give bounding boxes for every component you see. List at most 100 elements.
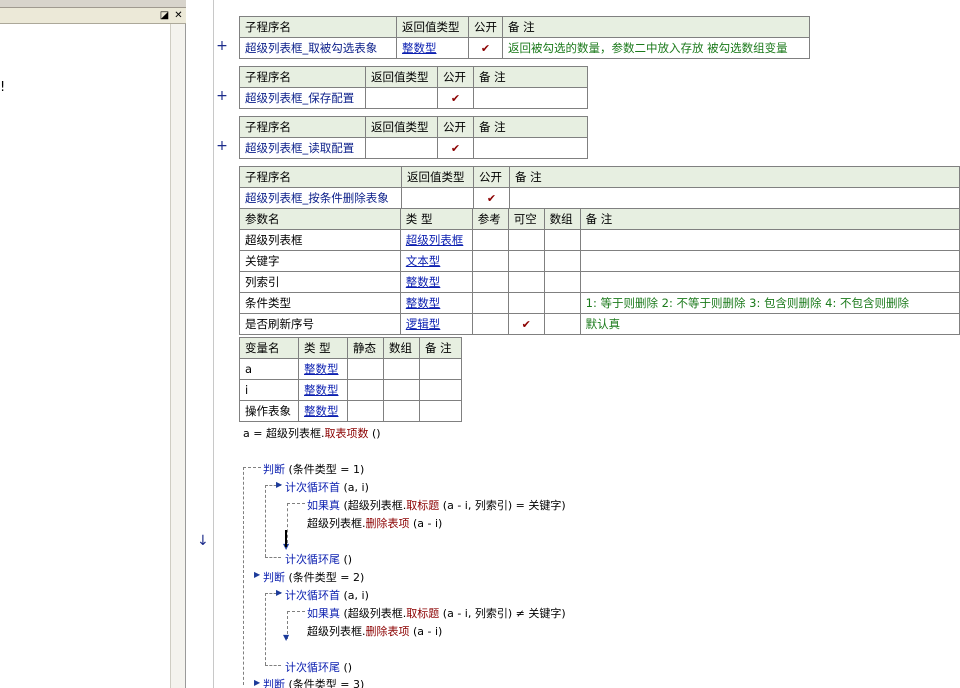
param-type-cell[interactable]: 文本型 <box>399 250 473 272</box>
code-args: (条件类型 = 1) <box>285 463 365 476</box>
header-return-type: 返回值类型 <box>396 16 469 38</box>
code-line[interactable]: 超级列表框.删除表项 (a - i) <box>307 623 442 639</box>
public-check-icon[interactable]: ✔ <box>437 137 474 159</box>
param-ref-cell[interactable] <box>471 313 509 335</box>
code-line[interactable]: 判断 (条件类型 = 1) <box>263 461 364 477</box>
sub-name-cell[interactable]: 超级列表框_保存配置 <box>239 87 366 109</box>
code-line[interactable]: 如果真 (超级列表框.取标题 (a - i, 列索引) = 关键字) <box>307 497 566 513</box>
expand-plus-icon[interactable]: + <box>215 88 229 104</box>
code-line[interactable]: 计次循环尾 () <box>285 659 352 675</box>
param-row: 是否刷新序号 逻辑型 ✔ 默认真 <box>239 313 960 335</box>
remark-cell[interactable]: 返回被勾选的数量，参数二中放入存放 被勾选数组变量 <box>502 37 810 59</box>
param-nullable-cell[interactable] <box>507 250 545 272</box>
code-line[interactable]: 判断 (条件类型 = 2) <box>263 569 364 585</box>
var-static-cell[interactable] <box>347 379 384 401</box>
var-array-cell[interactable] <box>383 400 420 422</box>
var-array-cell[interactable] <box>383 358 420 380</box>
flow-line <box>265 485 266 557</box>
return-type-cell[interactable] <box>401 187 474 209</box>
code-keyword: 计次循环首 <box>285 481 340 494</box>
left-panel-scrollbar[interactable] <box>170 24 185 688</box>
var-static-cell[interactable] <box>347 400 384 422</box>
var-name-cell[interactable]: a <box>239 358 299 380</box>
code-line[interactable]: 计次循环首 (a, i) <box>285 587 369 603</box>
code-args: () <box>340 553 353 566</box>
param-remark-cell[interactable]: 默认真 <box>579 313 960 335</box>
return-type-cell[interactable] <box>365 137 438 159</box>
code-line[interactable]: a = 超级列表框.取表项数 () <box>243 425 381 441</box>
param-array-cell[interactable] <box>543 229 581 251</box>
code-line[interactable]: 计次循环首 (a, i) <box>285 479 369 495</box>
var-remark-cell[interactable] <box>419 358 462 380</box>
var-type-cell[interactable]: 整数型 <box>298 379 348 401</box>
param-array-cell[interactable] <box>543 292 581 314</box>
flow-down-arrow-icon: ▼ <box>283 633 290 642</box>
param-name-cell[interactable]: 是否刷新序号 <box>239 313 401 335</box>
var-array-cell[interactable] <box>383 379 420 401</box>
public-check-icon[interactable]: ✔ <box>437 87 474 109</box>
param-nullable-cell[interactable] <box>507 229 545 251</box>
remark-cell[interactable] <box>509 187 960 209</box>
code-method: 删除表项 <box>365 517 410 530</box>
sub-name-cell[interactable]: 超级列表框_取被勾选表象 <box>239 37 397 59</box>
var-name-cell[interactable]: i <box>239 379 299 401</box>
flow-line <box>243 575 244 685</box>
expand-plus-icon[interactable]: + <box>215 138 229 154</box>
remark-cell[interactable] <box>473 87 588 109</box>
param-type-cell[interactable]: 整数型 <box>399 271 473 293</box>
left-panel: ◪ ✕ ! <box>0 0 186 688</box>
restore-icon[interactable]: ◪ <box>158 9 171 22</box>
code-args: (a - i, 列索引) ≠ 关键字) <box>439 607 566 620</box>
param-nullable-cell[interactable] <box>507 292 545 314</box>
code-line[interactable]: 判断 (条件类型 = 3) <box>263 676 364 688</box>
expand-plus-icon[interactable]: + <box>215 38 229 54</box>
return-type-cell[interactable] <box>365 87 438 109</box>
header-remark: 备 注 <box>419 337 462 359</box>
code-args: () <box>368 427 381 440</box>
nullable-check-icon[interactable]: ✔ <box>507 313 545 335</box>
return-type-cell[interactable]: 整数型 <box>396 37 469 59</box>
local-var-table: 变量名 类 型 静态 数组 备 注 a 整数型 i 整数型 操作表象 整数型 <box>239 337 462 422</box>
param-remark-cell[interactable]: 1: 等于则删除 2: 不等于则删除 3: 包含则删除 4: 不包含则删除 <box>579 292 960 314</box>
param-ref-cell[interactable] <box>471 292 509 314</box>
var-type-cell[interactable]: 整数型 <box>298 400 348 422</box>
param-name-cell[interactable]: 超级列表框 <box>239 229 401 251</box>
public-check-icon[interactable]: ✔ <box>473 187 510 209</box>
param-type-cell[interactable]: 整数型 <box>399 292 473 314</box>
var-type-cell[interactable]: 整数型 <box>298 358 348 380</box>
var-name-cell[interactable]: 操作表象 <box>239 400 299 422</box>
code-keyword: 如果真 <box>307 499 340 512</box>
code-line[interactable]: 计次循环尾 () <box>285 551 352 567</box>
param-remark-cell[interactable] <box>579 271 960 293</box>
param-type-cell[interactable]: 超级列表框 <box>399 229 473 251</box>
param-array-cell[interactable] <box>543 313 581 335</box>
header-static: 静态 <box>347 337 384 359</box>
param-name-cell[interactable]: 条件类型 <box>239 292 401 314</box>
close-icon[interactable]: ✕ <box>172 9 185 22</box>
var-remark-cell[interactable] <box>419 379 462 401</box>
param-remark-cell[interactable] <box>579 250 960 272</box>
remark-cell[interactable] <box>473 137 588 159</box>
param-name-cell[interactable]: 关键字 <box>239 250 401 272</box>
code-line[interactable]: 超级列表框.删除表项 (a - i) <box>307 515 442 531</box>
header-remark: 备 注 <box>509 166 960 188</box>
param-type-cell[interactable]: 逻辑型 <box>399 313 473 335</box>
param-ref-cell[interactable] <box>471 271 509 293</box>
sub-name-cell[interactable]: 超级列表框_读取配置 <box>239 137 366 159</box>
param-array-cell[interactable] <box>543 271 581 293</box>
code-method: 取标题 <box>406 607 440 620</box>
var-remark-cell[interactable] <box>419 400 462 422</box>
param-ref-cell[interactable] <box>471 229 509 251</box>
var-static-cell[interactable] <box>347 358 384 380</box>
param-remark-cell[interactable] <box>579 229 960 251</box>
text-cursor <box>285 530 287 547</box>
param-name-cell[interactable]: 列索引 <box>239 271 401 293</box>
public-check-icon[interactable]: ✔ <box>468 37 503 59</box>
param-nullable-cell[interactable] <box>507 271 545 293</box>
code-line[interactable]: 如果真 (超级列表框.取标题 (a - i, 列索引) ≠ 关键字) <box>307 605 566 621</box>
param-ref-cell[interactable] <box>471 250 509 272</box>
param-array-cell[interactable] <box>543 250 581 272</box>
code-keyword: 计次循环尾 <box>285 553 340 566</box>
header-var-name: 变量名 <box>239 337 299 359</box>
sub-name-cell[interactable]: 超级列表框_按条件删除表象 <box>239 187 402 209</box>
